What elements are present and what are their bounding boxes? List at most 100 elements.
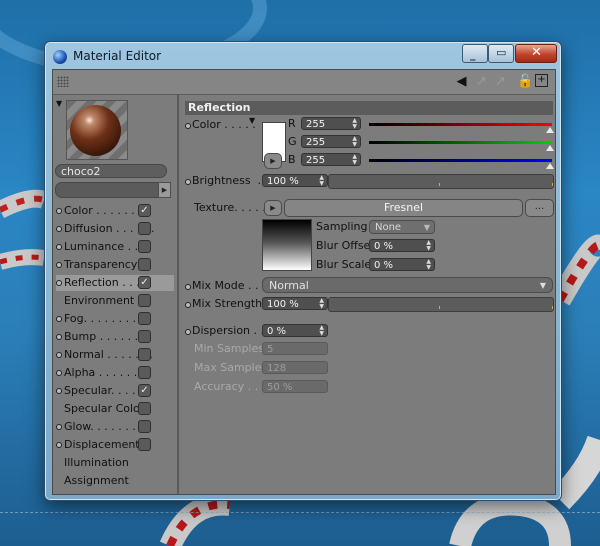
color-picker-arrow-button[interactable]: ▶: [264, 153, 282, 169]
forward-arrow-icon[interactable]: ↗: [493, 74, 508, 89]
channel-item[interactable]: Fog. . . . . . . . .: [56, 311, 174, 327]
brightness-anim-dot[interactable]: [185, 179, 191, 185]
channel-checkbox[interactable]: ✓: [138, 384, 151, 397]
blur-offset-spinner-icon[interactable]: ▲ ▼: [426, 240, 431, 252]
channel-checkbox[interactable]: [138, 420, 151, 433]
channel-anim-dot[interactable]: [56, 370, 62, 376]
b-slider[interactable]: [369, 159, 554, 169]
channel-anim-dot[interactable]: [56, 352, 62, 358]
b-spinner-icon[interactable]: ▲ ▼: [352, 154, 357, 166]
new-panel-icon[interactable]: +: [535, 74, 548, 87]
mix-strength-slider[interactable]: [328, 297, 554, 312]
channel-item[interactable]: Specular Color: [56, 401, 174, 417]
material-preview[interactable]: [66, 100, 128, 160]
material-layer-arrow-icon[interactable]: ▶: [158, 182, 171, 198]
channel-checkbox[interactable]: [138, 312, 151, 325]
mix-mode-anim-dot[interactable]: [185, 284, 191, 290]
channel-checkbox[interactable]: [138, 240, 151, 253]
channel-checkbox[interactable]: [138, 222, 151, 235]
r-spinner-icon[interactable]: ▲ ▼: [352, 118, 357, 130]
channel-item[interactable]: Displacement: [56, 437, 174, 453]
channel-item[interactable]: Luminance . . . .: [56, 239, 174, 255]
close-button[interactable]: ✕: [515, 44, 557, 63]
channel-checkbox[interactable]: [138, 438, 151, 451]
channel-item[interactable]: Illumination: [56, 455, 174, 471]
color-menu-arrow-icon[interactable]: ▼: [249, 116, 255, 125]
channel-checkbox[interactable]: [138, 258, 151, 271]
brightness-spinner-icon[interactable]: ▲ ▼: [319, 175, 324, 187]
lock-icon[interactable]: 🔓: [517, 74, 533, 89]
brightness-value-field[interactable]: 100 % ▲ ▼: [262, 174, 328, 187]
texture-browse-button[interactable]: ...: [525, 199, 554, 217]
title-bar[interactable]: Material Editor _ ▭ ✕: [45, 42, 561, 68]
channel-checkbox[interactable]: [138, 294, 151, 307]
channel-item[interactable]: Reflection . . . . ✓: [56, 275, 174, 291]
r-slider[interactable]: [369, 123, 554, 133]
channel-anim-dot[interactable]: [56, 334, 62, 340]
texture-menu-arrow-button[interactable]: ▶: [264, 200, 282, 216]
channel-checkbox[interactable]: ✓: [138, 276, 151, 289]
color-anim-dot[interactable]: [185, 123, 191, 129]
texture-shader-button[interactable]: Fresnel: [284, 199, 523, 217]
b-slider-handle[interactable]: [546, 163, 554, 169]
channel-item[interactable]: Environment: [56, 293, 174, 309]
mix-mode-dropdown-icon: ▼: [539, 281, 546, 290]
material-name-field[interactable]: choco2: [55, 164, 167, 178]
g-spinner-icon[interactable]: ▲ ▼: [352, 136, 357, 148]
mix-strength-slider-end-tick: [552, 306, 553, 309]
channel-checkbox[interactable]: [138, 348, 151, 361]
maximize-button[interactable]: ▭: [488, 44, 514, 63]
channel-checkbox[interactable]: [138, 366, 151, 379]
channel-item[interactable]: Glow. . . . . . . . .: [56, 419, 174, 435]
channel-checkbox[interactable]: [138, 330, 151, 343]
channel-anim-dot[interactable]: [56, 244, 62, 250]
channel-panel: ▼ choco2 ▶ Color . . . . . . . . ✓ Diffusi…: [53, 95, 179, 494]
g-value-field[interactable]: 255 ▲ ▼: [301, 135, 361, 148]
channel-anim-dot[interactable]: [56, 226, 62, 232]
mix-strength-anim-dot[interactable]: [185, 302, 191, 308]
material-layer-field[interactable]: [55, 182, 159, 198]
channel-item[interactable]: Specular. . . . . . ✓: [56, 383, 174, 399]
sampling-select[interactable]: None ▼: [369, 220, 435, 234]
blur-offset-field[interactable]: 0 % ▲ ▼: [369, 239, 435, 252]
mix-mode-label: Mix Mode . . . .: [192, 279, 273, 292]
dispersion-anim-dot[interactable]: [185, 329, 191, 335]
brightness-slider[interactable]: [328, 174, 554, 189]
preview-menu-arrow-icon[interactable]: ▼: [56, 99, 62, 108]
min-samples-field: 5: [262, 342, 328, 355]
channel-anim-dot[interactable]: [56, 280, 62, 286]
r-slider-handle[interactable]: [546, 127, 554, 133]
up-arrow-icon[interactable]: ↗: [474, 74, 489, 89]
g-label: G: [288, 135, 297, 148]
channel-anim-dot[interactable]: [56, 208, 62, 214]
channel-item[interactable]: Alpha . . . . . . . .: [56, 365, 174, 381]
channel-item[interactable]: Diffusion . . . . . .: [56, 221, 174, 237]
g-slider-handle[interactable]: [546, 145, 554, 151]
channel-anim-dot[interactable]: [56, 424, 62, 430]
mix-strength-value-field[interactable]: 100 % ▲ ▼: [262, 297, 328, 310]
channel-anim-dot[interactable]: [56, 442, 62, 448]
b-value-field[interactable]: 255 ▲ ▼: [301, 153, 361, 166]
mix-mode-select[interactable]: Normal ▼: [262, 277, 553, 293]
dispersion-spinner-icon[interactable]: ▲ ▼: [319, 325, 324, 337]
back-arrow-icon[interactable]: ◀: [454, 74, 469, 89]
blur-scale-field[interactable]: 0 % ▲ ▼: [369, 258, 435, 271]
channel-checkbox[interactable]: [138, 402, 151, 415]
channel-item[interactable]: Assignment: [56, 473, 174, 489]
channel-item[interactable]: Normal . . . . . . .: [56, 347, 174, 363]
minimize-button[interactable]: _: [462, 44, 488, 63]
r-value-field[interactable]: 255 ▲ ▼: [301, 117, 361, 130]
toolbar-grip-icon[interactable]: [57, 76, 69, 87]
channel-item[interactable]: Transparency: [56, 257, 174, 273]
channel-item[interactable]: Color . . . . . . . . ✓: [56, 203, 174, 219]
max-samples-label: Max Samples: [194, 361, 268, 374]
mix-strength-spinner-icon[interactable]: ▲ ▼: [319, 298, 324, 310]
channel-anim-dot[interactable]: [56, 316, 62, 322]
channel-checkbox[interactable]: ✓: [138, 204, 151, 217]
g-slider[interactable]: [369, 141, 554, 151]
channel-anim-dot[interactable]: [56, 388, 62, 394]
channel-anim-dot[interactable]: [56, 262, 62, 268]
dispersion-value-field[interactable]: 0 % ▲ ▼: [262, 324, 328, 337]
blur-scale-spinner-icon[interactable]: ▲ ▼: [426, 259, 431, 271]
channel-item[interactable]: Bump . . . . . . . .: [56, 329, 174, 345]
